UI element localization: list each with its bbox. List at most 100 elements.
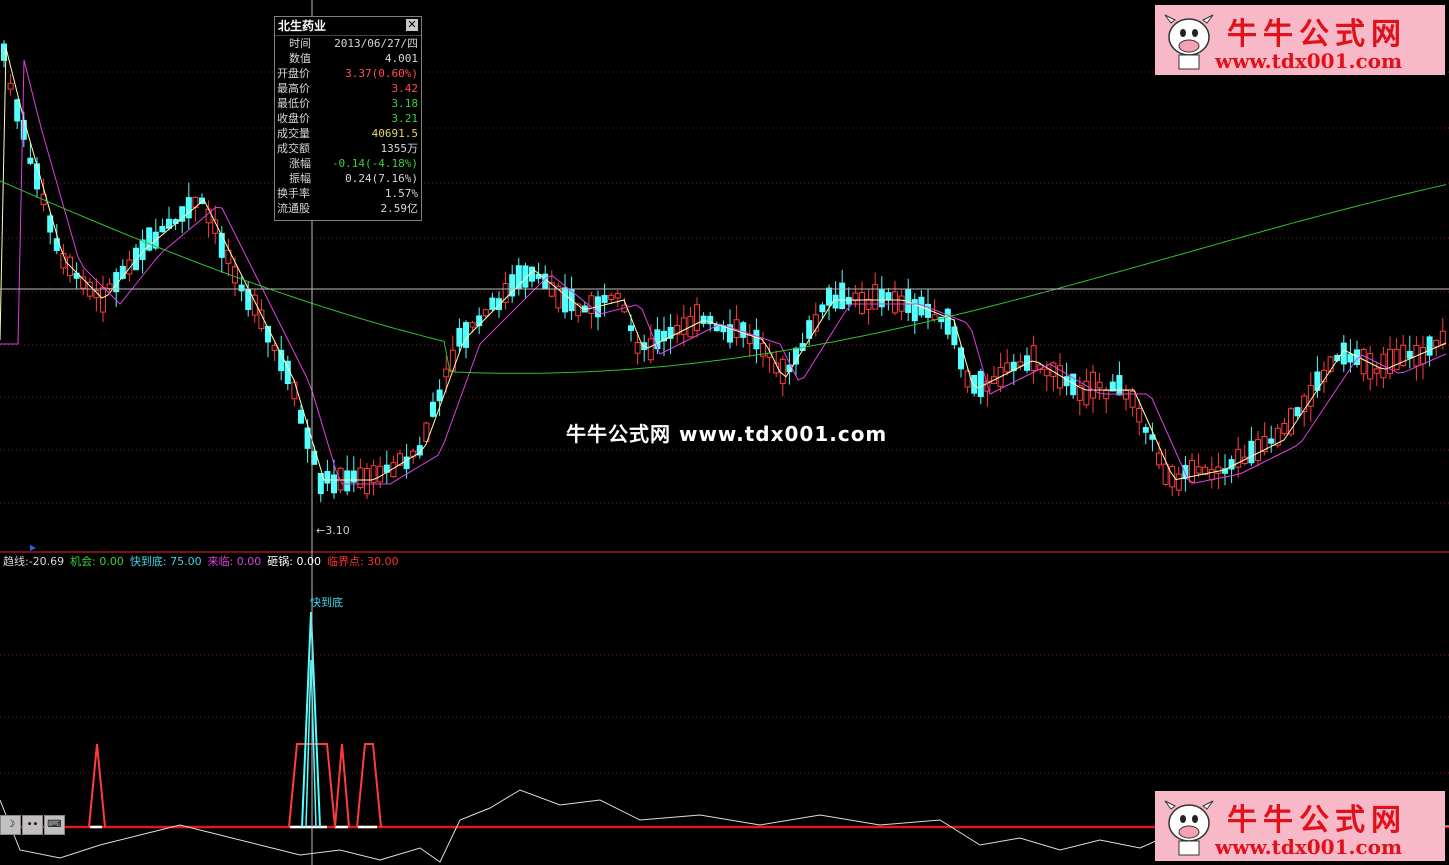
info-row: 换手率 1.57% xyxy=(275,186,421,201)
candle-body xyxy=(746,334,753,345)
info-label: 涨幅 xyxy=(289,157,311,170)
dots-icon[interactable]: •• xyxy=(22,815,43,835)
watermark-text: 牛牛公式网 www.tdx001.com xyxy=(566,422,888,446)
candle-body xyxy=(872,284,879,310)
signal-spike xyxy=(334,743,350,828)
info-row: 最高价 3.42 xyxy=(275,81,421,96)
candle-body xyxy=(496,298,502,311)
info-value: 2013/06/27/四 xyxy=(334,37,418,50)
candle-body xyxy=(680,317,687,335)
info-label: 数值 xyxy=(289,52,311,65)
stock-name: 北生药业 ✕ xyxy=(275,17,421,36)
candle-body xyxy=(1406,350,1413,359)
candle-body xyxy=(700,315,707,324)
candle-body xyxy=(489,297,496,310)
candle-body xyxy=(1420,347,1426,365)
candle-body xyxy=(357,467,364,489)
candle-body xyxy=(205,208,212,224)
info-value: 3.37(0.60%) xyxy=(345,67,418,80)
info-value: 1355万 xyxy=(380,142,419,155)
candle-body xyxy=(344,470,351,492)
candle-body xyxy=(7,82,14,90)
candle-body xyxy=(238,284,245,292)
candle-body xyxy=(753,329,760,350)
candle-body xyxy=(628,325,634,331)
logo-title: 牛牛公式网 xyxy=(1227,803,1407,838)
candle-body xyxy=(1360,348,1367,375)
candle-body xyxy=(1004,362,1011,373)
candle-body xyxy=(1268,438,1275,444)
candle-body xyxy=(892,291,898,314)
candle-body xyxy=(819,304,826,313)
candle-body xyxy=(542,273,549,290)
candle-body xyxy=(166,218,172,229)
info-row: 振幅 0.24(7.16%) xyxy=(275,171,421,186)
candle-body xyxy=(951,326,958,346)
candle-body xyxy=(403,456,410,470)
candle-body xyxy=(337,467,344,491)
candle-body xyxy=(377,465,384,483)
cow-mascot-icon xyxy=(1164,800,1214,856)
info-row: 最低价 3.18 xyxy=(275,96,421,111)
info-label: 成交量 xyxy=(277,127,310,140)
candle-body xyxy=(977,370,984,398)
candle-body xyxy=(634,341,641,354)
candle-body xyxy=(291,381,298,400)
keyboard-icon[interactable]: ⌨ xyxy=(44,815,65,835)
candle-body xyxy=(1433,339,1440,348)
candle-body xyxy=(1235,448,1242,468)
ma5-line xyxy=(0,47,1447,481)
candle-body xyxy=(463,322,469,348)
candle-body xyxy=(931,314,938,321)
close-icon[interactable]: ✕ xyxy=(406,19,418,31)
info-value: 40691.5 xyxy=(371,127,418,140)
candle-body xyxy=(449,349,456,372)
candle-body xyxy=(34,163,40,190)
candle-body xyxy=(14,99,21,122)
stock-name-text: 北生药业 xyxy=(278,19,327,33)
candle-body xyxy=(588,295,595,314)
moon-icon[interactable]: ☽ xyxy=(0,815,21,835)
info-value: 3.18 xyxy=(391,97,419,110)
info-value: 1.57% xyxy=(384,187,418,200)
info-label: 最低价 xyxy=(277,97,310,110)
indicator-item: 来临: 0.00 xyxy=(207,555,262,568)
brand-logo-top: 牛牛公式网 www.tdx001.com xyxy=(1155,5,1445,75)
indicator-legend: 趋线:-20.69 机会: 0.00 快到底: 75.00 来临: 0.00 砸锅: 0… xyxy=(3,554,405,570)
info-label: 开盘价 xyxy=(277,67,310,80)
candle-body xyxy=(614,293,621,299)
signal-spike xyxy=(88,743,106,828)
candle-body xyxy=(1248,440,1255,464)
candle-body xyxy=(1096,381,1103,389)
candle-body xyxy=(1426,336,1433,356)
candle-body xyxy=(436,389,443,402)
info-row: 收盘价 3.21 xyxy=(275,111,421,126)
bottom-signal-spike xyxy=(301,611,321,828)
candle-body xyxy=(859,292,865,314)
candle-body xyxy=(1175,473,1182,491)
candle-body xyxy=(845,297,852,305)
indicator-item: 快到底: 75.00 xyxy=(129,555,202,568)
ma60-line xyxy=(0,180,1447,374)
candle-body xyxy=(647,338,654,361)
candle-body xyxy=(1373,368,1380,374)
candle-body xyxy=(1195,466,1202,474)
candle-body xyxy=(27,157,34,164)
candle-body xyxy=(1189,459,1195,483)
info-value: 3.21 xyxy=(391,112,419,125)
info-label: 振幅 xyxy=(289,172,311,185)
brand-logo-bottom: 牛牛公式网 www.tdx001.com xyxy=(1155,791,1445,861)
logo-url: www.tdx001.com xyxy=(1215,49,1403,73)
candle-body xyxy=(601,295,608,303)
candle-body xyxy=(364,468,370,495)
candle-body xyxy=(1156,452,1162,466)
candle-body xyxy=(1090,371,1096,399)
logo-title: 牛牛公式网 xyxy=(1227,17,1407,52)
candle-body xyxy=(232,266,238,284)
indicator-item: 趋线:-20.69 xyxy=(3,555,65,568)
candle-body xyxy=(106,283,113,290)
candle-body xyxy=(1116,375,1123,396)
candle-body xyxy=(562,287,568,313)
marker-arrow-icon xyxy=(30,545,36,551)
candle-body xyxy=(1281,423,1288,435)
